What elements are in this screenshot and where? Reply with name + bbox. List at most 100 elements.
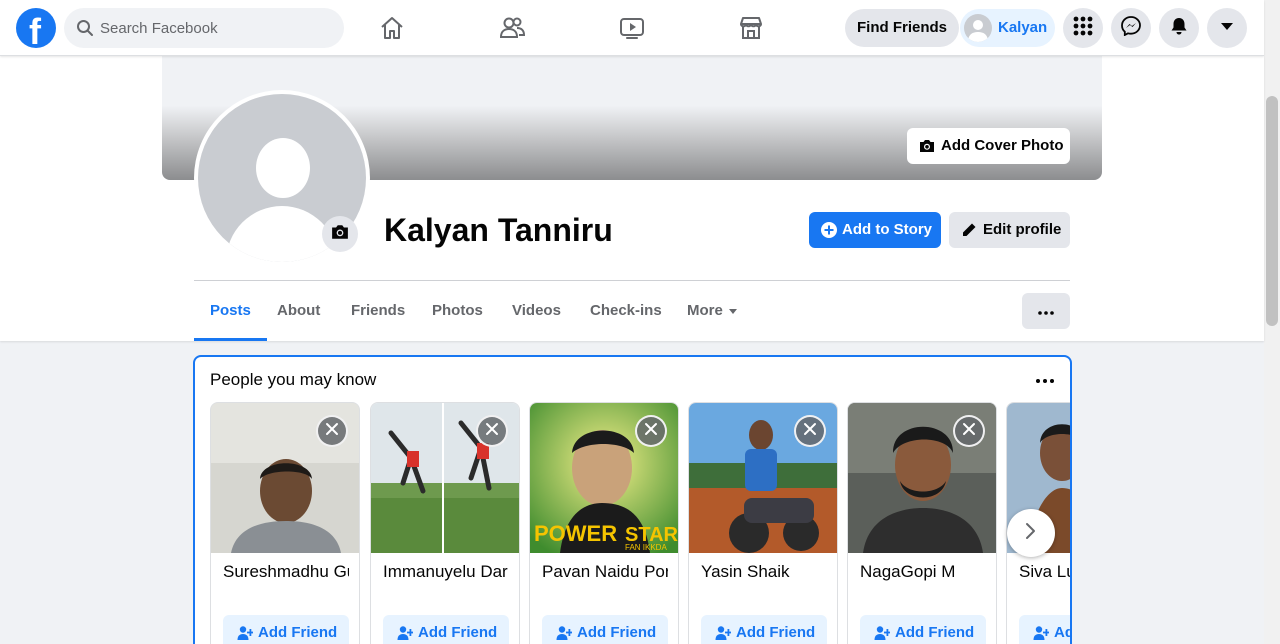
person-card[interactable]: POWER STAR FAN IKKDA Pavan Naidu Por Add…	[529, 402, 679, 644]
caret-down-icon	[728, 308, 737, 314]
find-friends-button[interactable]: Find Friends	[845, 9, 959, 47]
person-card[interactable]: NagaGopi M Add Friend	[847, 402, 997, 644]
tab-posts[interactable]: Posts	[194, 281, 267, 341]
person-name[interactable]: Siva Lu	[1019, 561, 1070, 583]
profile-shortcut[interactable]: Kalyan	[960, 9, 1055, 47]
add-friend-icon	[397, 625, 414, 644]
search-box[interactable]	[64, 8, 344, 48]
tab-label: More	[687, 302, 723, 319]
facebook-logo-letter: f	[29, 11, 41, 52]
tab-label: Videos	[512, 302, 561, 319]
add-friend-label: Add Friend	[418, 624, 498, 641]
close-icon	[803, 422, 817, 441]
add-friend-button[interactable]: Add Friend	[223, 615, 349, 644]
home-icon[interactable]	[378, 14, 406, 42]
chevron-right-icon	[1025, 522, 1037, 545]
tab-photos[interactable]: Photos	[416, 281, 499, 341]
search-input[interactable]	[100, 8, 330, 48]
add-friend-label: Add Friend	[895, 624, 975, 641]
menu-button[interactable]	[1063, 8, 1103, 48]
panel-options-button[interactable]	[1033, 369, 1057, 389]
camera-icon	[919, 138, 935, 158]
add-to-story-label: Add to Story	[842, 221, 932, 238]
update-profile-picture-button[interactable]	[322, 216, 358, 252]
remove-suggestion-button[interactable]	[635, 415, 667, 447]
close-icon	[962, 422, 976, 441]
avatar	[964, 14, 992, 42]
grid-menu-icon	[1073, 16, 1093, 41]
marketplace-icon[interactable]	[737, 14, 765, 42]
carousel-next-button[interactable]	[1007, 509, 1055, 557]
person-card[interactable]: Sureshmadhu Gu Add Friend	[210, 402, 360, 644]
close-icon	[644, 422, 658, 441]
person-card[interactable]: Immanuyelu Dar Add Friend	[370, 402, 520, 644]
person-name[interactable]: Yasin Shaik	[701, 561, 827, 583]
profile-shortcut-name: Kalyan	[998, 19, 1048, 36]
person-name[interactable]: Pavan Naidu Por	[542, 561, 668, 583]
tab-about[interactable]: About	[261, 281, 336, 341]
people-you-may-know-panel: People you may know Sureshmadhu Gu Add F…	[193, 355, 1072, 644]
add-friend-button[interactable]: Add Friend	[383, 615, 509, 644]
add-friend-label: Add Friend	[1054, 624, 1070, 641]
friends-icon[interactable]	[498, 14, 526, 42]
remove-suggestion-button[interactable]	[316, 415, 348, 447]
add-friend-icon	[556, 625, 573, 644]
close-icon	[485, 422, 499, 441]
avatar-head-shape	[256, 138, 310, 198]
add-cover-photo-button[interactable]: Add Cover Photo	[907, 128, 1070, 164]
more-dots-icon	[1036, 370, 1054, 388]
tab-label: Posts	[210, 302, 251, 319]
add-to-story-button[interactable]: Add to Story	[809, 212, 941, 248]
add-friend-icon	[237, 625, 254, 644]
pencil-icon	[961, 222, 977, 242]
add-friend-icon	[715, 625, 732, 644]
add-friend-button[interactable]: Add Friend	[542, 615, 668, 644]
tab-videos[interactable]: Videos	[496, 281, 577, 341]
top-navigation-bar: f Find Friends Kalyan	[0, 0, 1264, 56]
person-name[interactable]: Sureshmadhu Gu	[223, 561, 349, 583]
search-icon	[76, 19, 94, 42]
plus-circle-icon	[821, 222, 837, 242]
edit-profile-button[interactable]: Edit profile	[949, 212, 1070, 248]
add-friend-icon	[874, 625, 891, 644]
close-icon	[325, 422, 339, 441]
panel-title: People you may know	[210, 370, 377, 389]
add-friend-icon	[1033, 625, 1050, 644]
add-friend-label: Add Friend	[577, 624, 657, 641]
person-card[interactable]: Yasin Shaik Add Friend	[688, 402, 838, 644]
scrollbar-thumb[interactable]	[1266, 96, 1278, 326]
remove-suggestion-button[interactable]	[794, 415, 826, 447]
tab-label: Check-ins	[590, 302, 662, 319]
poster-text: FAN IKKDA	[625, 543, 667, 552]
person-name[interactable]: NagaGopi M	[860, 561, 986, 583]
add-friend-label: Add Friend	[736, 624, 816, 641]
facebook-logo[interactable]: f	[16, 8, 56, 52]
messenger-button[interactable]	[1111, 8, 1151, 48]
profile-name: Kalyan Tanniru	[384, 212, 613, 248]
watch-video-icon[interactable]	[618, 14, 646, 42]
caret-down-icon	[1220, 19, 1234, 37]
page-scrollbar[interactable]	[1264, 0, 1280, 644]
profile-more-options-button[interactable]	[1022, 293, 1070, 329]
person-name[interactable]: Immanuyelu Dar	[383, 561, 509, 583]
tab-label: Photos	[432, 302, 483, 319]
remove-suggestion-button[interactable]	[476, 415, 508, 447]
messenger-icon	[1121, 15, 1141, 41]
tab-check-ins[interactable]: Check-ins	[574, 281, 678, 341]
add-friend-label: Add Friend	[258, 624, 338, 641]
add-friend-button[interactable]: Add Friend	[701, 615, 827, 644]
tab-more[interactable]: More	[671, 281, 753, 341]
add-cover-photo-label: Add Cover Photo	[941, 137, 1064, 154]
more-dots-icon	[1038, 302, 1054, 320]
account-button[interactable]	[1207, 8, 1247, 48]
add-friend-button[interactable]: Add Friend	[1019, 615, 1070, 644]
tab-label: Friends	[351, 302, 406, 319]
add-friend-button[interactable]: Add Friend	[860, 615, 986, 644]
remove-suggestion-button[interactable]	[953, 415, 985, 447]
bell-icon	[1169, 16, 1189, 41]
edit-profile-label: Edit profile	[983, 221, 1062, 238]
tab-label: About	[277, 302, 321, 319]
notifications-button[interactable]	[1159, 8, 1199, 48]
camera-icon	[331, 223, 349, 246]
tab-friends[interactable]: Friends	[335, 281, 421, 341]
